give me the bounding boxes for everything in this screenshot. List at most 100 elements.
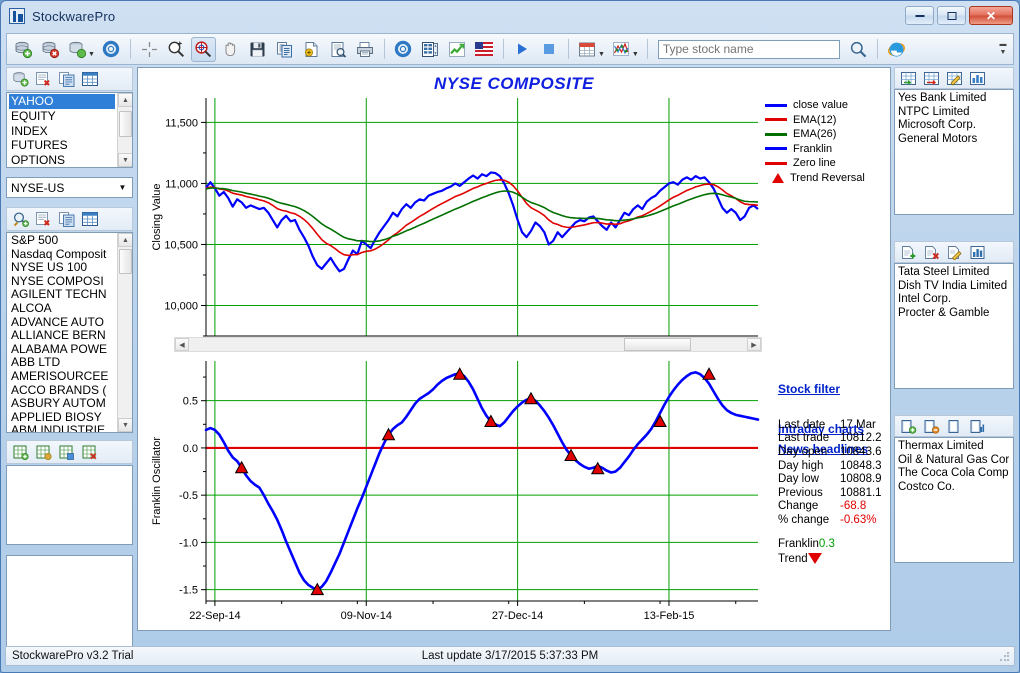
group-report-icon[interactable]: [967, 417, 988, 436]
copy-symbol-icon[interactable]: [56, 210, 77, 229]
zoom-in-icon[interactable]: [164, 37, 189, 62]
delete-symbol-icon[interactable]: [33, 210, 54, 229]
remove-database-icon[interactable]: [38, 37, 63, 62]
source-item-yahoo[interactable]: YAHOO: [9, 94, 115, 109]
symbol-listbox[interactable]: S&P 500 Nasdaq Composit NYSE US 100 NYSE CO…: [6, 232, 133, 433]
watchlist-item[interactable]: Oil & Natural Gas Cor: [898, 454, 1013, 468]
close-button[interactable]: ✕: [969, 6, 1013, 25]
edit-watchlist-icon[interactable]: [944, 69, 965, 88]
symbol-list-item[interactable]: ALLIANCE BERN: [9, 329, 132, 343]
source-listbox[interactable]: YAHOO EQUITY INDEX FUTURES OPTIONS ▲ ▼: [6, 92, 133, 168]
source-item-futures[interactable]: FUTURES: [9, 138, 132, 153]
save-icon[interactable]: [245, 37, 270, 62]
add-database-icon[interactable]: [11, 37, 36, 62]
database-settings-icon[interactable]: [99, 37, 124, 62]
print-preview-icon[interactable]: [326, 37, 351, 62]
scroll-left-arrow[interactable]: ◀: [175, 338, 189, 351]
stock-filter-link[interactable]: Stock filter: [778, 382, 840, 396]
settings-gear-icon[interactable]: [391, 37, 416, 62]
symbol-list-scrollbar[interactable]: ▲ ▼: [117, 233, 132, 432]
crosshair-icon[interactable]: [137, 37, 162, 62]
pan-hand-icon[interactable]: [218, 37, 243, 62]
play-icon[interactable]: [510, 37, 535, 62]
symbol-list-item[interactable]: ALCOA: [9, 301, 132, 316]
scroll-down-arrow[interactable]: ▼: [118, 418, 132, 432]
calendar-icon[interactable]: [575, 37, 600, 62]
watchlist-item[interactable]: Intel Corp.: [898, 293, 1013, 307]
watchlist-item[interactable]: Costco Co.: [898, 481, 1013, 495]
symbol-list-item[interactable]: AGILENT TECHN: [9, 288, 132, 302]
watchlist-1[interactable]: Yes Bank Limited NTPC Limited Microsoft Co…: [894, 89, 1014, 215]
minimize-button[interactable]: [905, 6, 934, 25]
symbol-list-item[interactable]: ASBURY AUTOM: [9, 397, 132, 411]
symbol-table-icon[interactable]: [79, 210, 100, 229]
symbol-list-item[interactable]: ALABAMA POWE: [9, 342, 132, 357]
import-watchlist-icon[interactable]: [898, 69, 919, 88]
symbol-list-item[interactable]: S&P 500: [9, 233, 132, 248]
export-page-icon[interactable]: [299, 37, 324, 62]
copy-icon[interactable]: [272, 37, 297, 62]
search-input[interactable]: [657, 39, 840, 59]
add-source-icon[interactable]: [10, 70, 31, 89]
copy-source-icon[interactable]: [56, 70, 77, 89]
spreadsheet-icon[interactable]: [418, 37, 443, 62]
database-dropdown-icon[interactable]: [65, 37, 90, 62]
source-item-index[interactable]: INDEX: [9, 124, 132, 139]
symbol-list-item[interactable]: AMERISOURCEE: [9, 369, 132, 384]
delete-source-icon[interactable]: [33, 70, 54, 89]
symbol-list-item[interactable]: NYSE US 100: [9, 261, 132, 275]
source-item-equity[interactable]: EQUITY: [9, 109, 132, 124]
watchlist-2[interactable]: Tata Steel Limited Dish TV India Limited I…: [894, 263, 1014, 389]
find-symbol-icon[interactable]: [10, 210, 31, 229]
watchlist-item[interactable]: General Motors: [898, 133, 1013, 147]
zoom-region-icon[interactable]: [190, 36, 216, 62]
indicator-chart-icon[interactable]: [609, 37, 634, 62]
delete-item-icon[interactable]: [921, 243, 942, 262]
internet-explorer-icon[interactable]: [884, 37, 909, 62]
print-icon[interactable]: [353, 37, 378, 62]
oscillator-chart[interactable]: 0.5 0.0 -0.5 -1.0 -1.5 Franklin Oscillator 2…: [138, 356, 762, 626]
source-table-icon[interactable]: [79, 70, 100, 89]
us-flag-icon[interactable]: [472, 37, 497, 62]
add-item-icon[interactable]: [898, 243, 919, 262]
scroll-right-arrow[interactable]: ▶: [747, 338, 761, 351]
stop-icon[interactable]: [537, 37, 562, 62]
new-portfolio-icon[interactable]: [10, 443, 31, 462]
source-item-options[interactable]: OPTIONS: [9, 153, 132, 167]
new-group-icon[interactable]: [898, 417, 919, 436]
watchlist-item[interactable]: Yes Bank Limited: [898, 92, 1013, 106]
toolbar-overflow-icon[interactable]: ▬ ▼: [997, 36, 1009, 62]
scroll-thumb[interactable]: [624, 338, 692, 351]
price-chart[interactable]: 10,000 10,500 11,000 11,500 Closing Value: [138, 90, 762, 358]
maximize-button[interactable]: [937, 6, 966, 25]
symbol-list-item[interactable]: Nasdaq Composit: [9, 247, 132, 262]
item-chart-icon[interactable]: [967, 243, 988, 262]
scroll-up-arrow[interactable]: ▲: [118, 93, 132, 107]
watchlist-item[interactable]: Tata Steel Limited: [898, 266, 1013, 280]
scroll-down-arrow[interactable]: ▼: [118, 153, 132, 167]
symbol-list-item[interactable]: ABB LTD: [9, 356, 132, 370]
trend-chart-icon[interactable]: [445, 37, 470, 62]
symbol-list-item[interactable]: ABM INDUSTRIE: [9, 424, 132, 432]
watchlist-item[interactable]: Microsoft Corp.: [898, 119, 1013, 133]
watchlist-item[interactable]: The Coca Cola Comp: [898, 467, 1013, 481]
source-list-scrollbar[interactable]: ▲ ▼: [117, 93, 132, 167]
watchlist-chart-icon[interactable]: [967, 69, 988, 88]
watchlist-item[interactable]: Dish TV India Limited: [898, 280, 1013, 294]
portfolio-listbox[interactable]: [6, 465, 133, 545]
edit-item-icon[interactable]: [944, 243, 965, 262]
symbol-list-item[interactable]: ADVANCE AUTO: [9, 315, 132, 330]
scroll-thumb[interactable]: [119, 249, 132, 274]
scroll-thumb[interactable]: [119, 111, 132, 137]
watchlist-item[interactable]: NTPC Limited: [898, 106, 1013, 120]
remove-group-icon[interactable]: [921, 417, 942, 436]
close-portfolio-icon[interactable]: [79, 443, 100, 462]
symbol-list-item[interactable]: ACCO BRANDS (: [9, 383, 132, 398]
watchlist-item[interactable]: Thermax Limited: [898, 440, 1013, 454]
copy-group-icon[interactable]: [944, 417, 965, 436]
notes-listbox[interactable]: [6, 555, 133, 652]
export-watchlist-icon[interactable]: [921, 69, 942, 88]
watchlist-item[interactable]: Procter & Gamble: [898, 307, 1013, 321]
open-portfolio-icon[interactable]: [33, 443, 54, 462]
market-combo[interactable]: NYSE-US ▼: [6, 177, 133, 198]
